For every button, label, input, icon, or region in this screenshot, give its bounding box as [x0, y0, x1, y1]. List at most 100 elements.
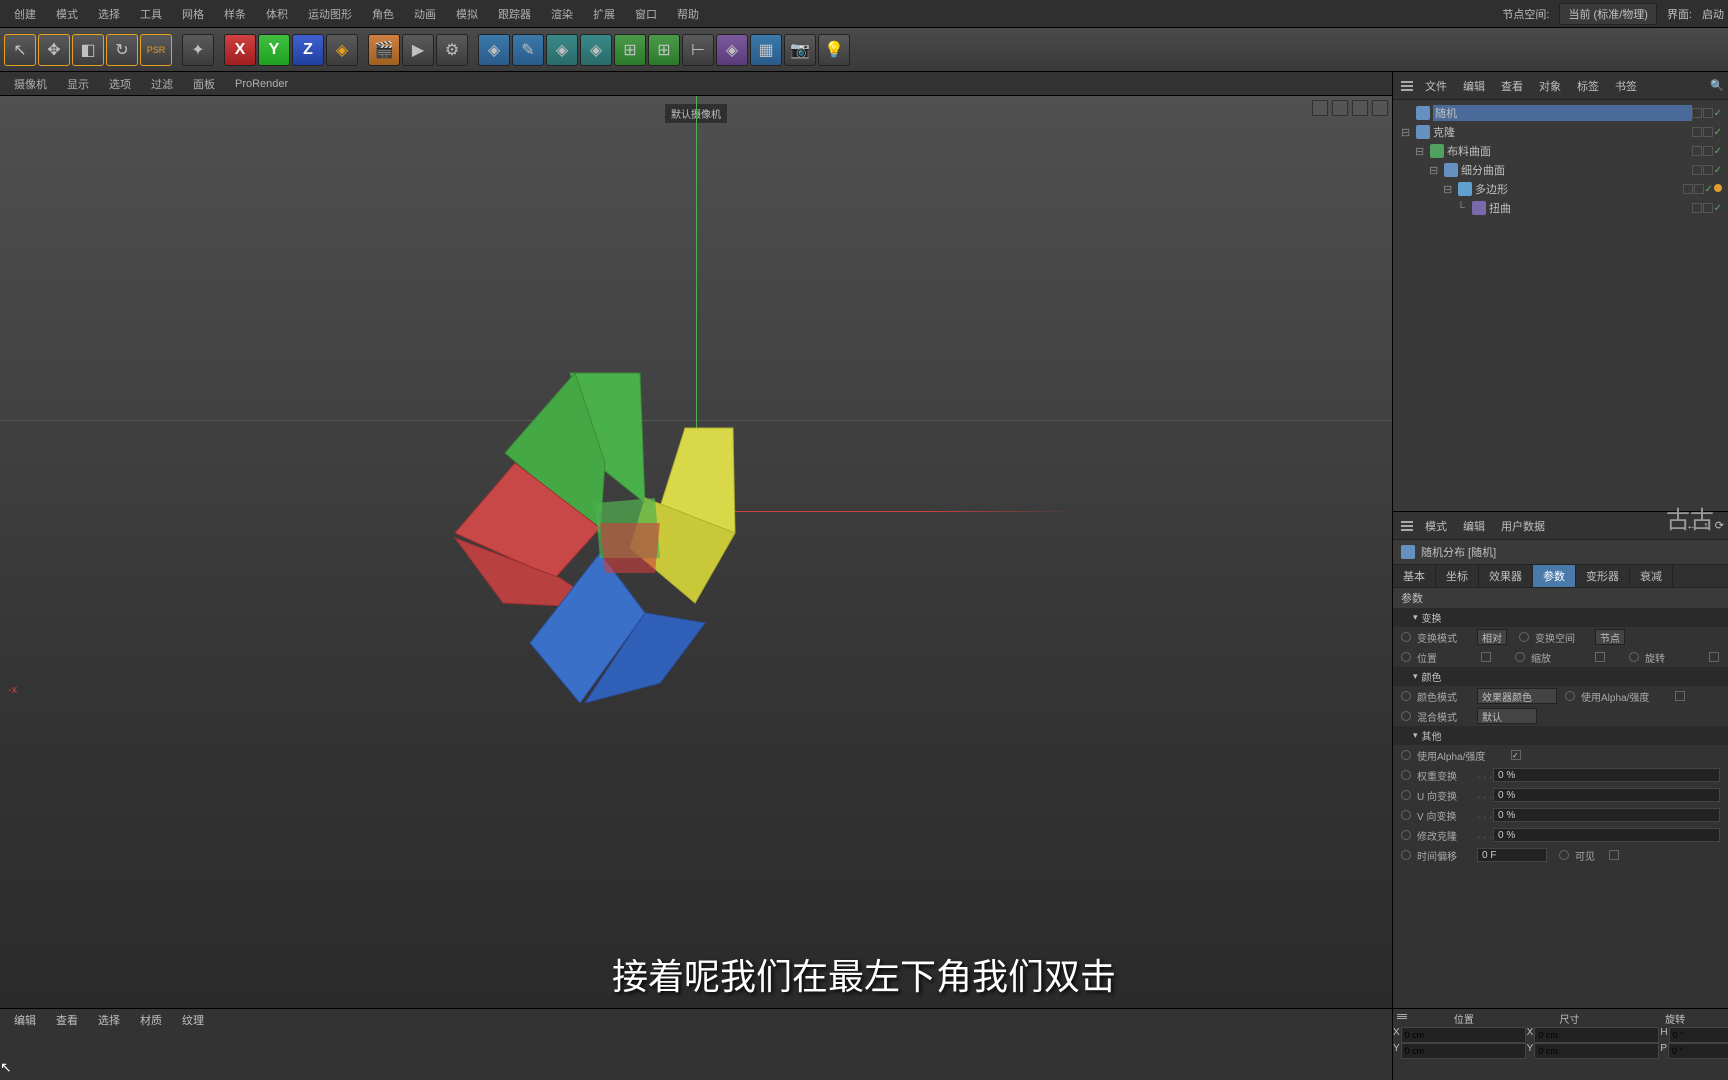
mat-menu-view[interactable]: 查看	[46, 1010, 88, 1030]
expander-icon[interactable]: ⊟	[1443, 183, 1455, 196]
vp-toggle-icon[interactable]	[1372, 100, 1388, 116]
menu-mode[interactable]: 模式	[46, 2, 88, 26]
attr-hamburger-icon[interactable]	[1397, 517, 1417, 535]
v-input[interactable]	[1493, 808, 1720, 822]
layer-indicator[interactable]	[1692, 203, 1702, 213]
obj-menu-file[interactable]: 文件	[1417, 76, 1455, 96]
radio-use-alpha[interactable]	[1565, 691, 1575, 701]
render-indicator[interactable]	[1703, 146, 1713, 156]
attr-menu-userdata[interactable]: 用户数据	[1493, 516, 1553, 536]
axis-z-toggle[interactable]: Z	[292, 34, 324, 66]
tree-node[interactable]: └ 扭曲 ✓	[1397, 199, 1724, 217]
tab-deformer[interactable]: 变形器	[1576, 565, 1630, 587]
vp-orbit-icon[interactable]	[1352, 100, 1368, 116]
vp-pan-icon[interactable]	[1312, 100, 1328, 116]
enable-check-icon[interactable]: ✓	[1714, 108, 1722, 119]
cube-ref-tool[interactable]: ◈	[326, 34, 358, 66]
coord-pos-input[interactable]	[1401, 1043, 1526, 1059]
scale-tool[interactable]: ◧	[72, 34, 104, 66]
obj-menu-edit[interactable]: 编辑	[1455, 76, 1493, 96]
render-indicator[interactable]	[1703, 108, 1713, 118]
object-label[interactable]: 随机	[1433, 105, 1692, 121]
menu-mesh[interactable]: 网格	[172, 2, 214, 26]
vp-menu-filter[interactable]: 过滤	[141, 74, 183, 94]
menu-create[interactable]: 创建	[4, 2, 46, 26]
u-input[interactable]	[1493, 788, 1720, 802]
color-group-header[interactable]: 颜色	[1393, 667, 1728, 686]
light-tool[interactable]: ▦	[750, 34, 782, 66]
radio-weight[interactable]	[1401, 770, 1411, 780]
object-label[interactable]: 细分曲面	[1461, 162, 1692, 178]
bulb-tool[interactable]: 💡	[818, 34, 850, 66]
radio-scale[interactable]	[1515, 652, 1525, 662]
radio-rotation[interactable]	[1629, 652, 1639, 662]
vp-menu-prorender[interactable]: ProRender	[225, 76, 298, 92]
vp-zoom-icon[interactable]	[1332, 100, 1348, 116]
menu-mograph[interactable]: 运动图形	[298, 2, 362, 26]
vp-menu-display[interactable]: 显示	[57, 74, 99, 94]
generator-tool[interactable]: ◈	[580, 34, 612, 66]
tab-falloff[interactable]: 衰减	[1630, 565, 1673, 587]
nav-fwd-icon[interactable]: ⟳	[1715, 519, 1724, 532]
primitive-cube[interactable]: ◈	[478, 34, 510, 66]
vp-menu-options[interactable]: 选项	[99, 74, 141, 94]
position-checkbox[interactable]	[1481, 652, 1491, 662]
camera-tool[interactable]: 📷	[784, 34, 816, 66]
tab-params[interactable]: 参数	[1533, 565, 1576, 587]
axis-y-toggle[interactable]: Y	[258, 34, 290, 66]
transform-mode-dropdown[interactable]: 相对	[1477, 629, 1507, 645]
blend-dropdown[interactable]: 默认	[1477, 708, 1537, 724]
time-offset-input[interactable]	[1477, 848, 1547, 862]
render-indicator[interactable]	[1703, 165, 1713, 175]
enable-check-icon[interactable]: ✓	[1714, 127, 1722, 138]
expander-icon[interactable]: ⊟	[1429, 164, 1441, 177]
node-space-dropdown[interactable]: 当前 (标准/物理)	[1559, 3, 1656, 25]
deformer-tool[interactable]: ◈	[716, 34, 748, 66]
menu-simulate[interactable]: 模拟	[446, 2, 488, 26]
expander-icon[interactable]: └	[1457, 202, 1469, 214]
radio-time-offset[interactable]	[1401, 850, 1411, 860]
other-group-header[interactable]: 其他	[1393, 726, 1728, 745]
modify-clone-input[interactable]	[1493, 828, 1720, 842]
menu-animation[interactable]: 动画	[404, 2, 446, 26]
layer-indicator[interactable]	[1692, 108, 1702, 118]
vp-menu-camera[interactable]: 摄像机	[4, 74, 57, 94]
radio-v[interactable]	[1401, 810, 1411, 820]
color-mode-dropdown[interactable]: 效果器颜色	[1477, 688, 1557, 704]
tree-node[interactable]: ⊟ 多边形 ✓	[1397, 180, 1724, 198]
menu-select[interactable]: 选择	[88, 2, 130, 26]
vp-menu-panel[interactable]: 面板	[183, 74, 225, 94]
render-indicator[interactable]	[1703, 127, 1713, 137]
coord-pos-input[interactable]	[1401, 1027, 1526, 1043]
coord-rot-input[interactable]	[1668, 1043, 1728, 1059]
attr-menu-edit[interactable]: 编辑	[1455, 516, 1493, 536]
object-label[interactable]: 扭曲	[1489, 200, 1692, 216]
render-indicator[interactable]	[1703, 203, 1713, 213]
coord-rot-input[interactable]	[1669, 1027, 1728, 1043]
obj-menu-object[interactable]: 对象	[1531, 76, 1569, 96]
hamburger-icon[interactable]	[1397, 77, 1417, 95]
use-alpha-checkbox[interactable]	[1675, 691, 1685, 701]
mat-menu-edit[interactable]: 编辑	[4, 1010, 46, 1030]
tree-node[interactable]: ⊟ 细分曲面 ✓	[1397, 161, 1724, 179]
settings-tool[interactable]: ⚙	[436, 34, 468, 66]
mat-menu-select[interactable]: 选择	[88, 1010, 130, 1030]
obj-menu-view[interactable]: 查看	[1493, 76, 1531, 96]
render-clapperboard[interactable]: 🎬	[368, 34, 400, 66]
spline-tool[interactable]: ✎	[512, 34, 544, 66]
mat-menu-texture[interactable]: 纹理	[172, 1010, 214, 1030]
object-label[interactable]: 克隆	[1433, 124, 1692, 140]
enable-check-icon[interactable]: ✓	[1714, 146, 1722, 157]
menu-spline[interactable]: 样条	[214, 2, 256, 26]
expander-icon[interactable]: ⊟	[1415, 145, 1427, 158]
layer-indicator[interactable]	[1692, 165, 1702, 175]
enable-check-icon[interactable]: ✓	[1714, 203, 1722, 214]
coord-hamburger[interactable]	[1393, 1009, 1411, 1027]
enable-check-icon[interactable]: ✓	[1705, 184, 1713, 195]
obj-menu-tags[interactable]: 标签	[1569, 76, 1607, 96]
radio-u[interactable]	[1401, 790, 1411, 800]
radio-other-alpha[interactable]	[1401, 750, 1411, 760]
rotation-checkbox[interactable]	[1709, 652, 1719, 662]
menu-tracker[interactable]: 跟踪器	[488, 2, 541, 26]
menu-character[interactable]: 角色	[362, 2, 404, 26]
